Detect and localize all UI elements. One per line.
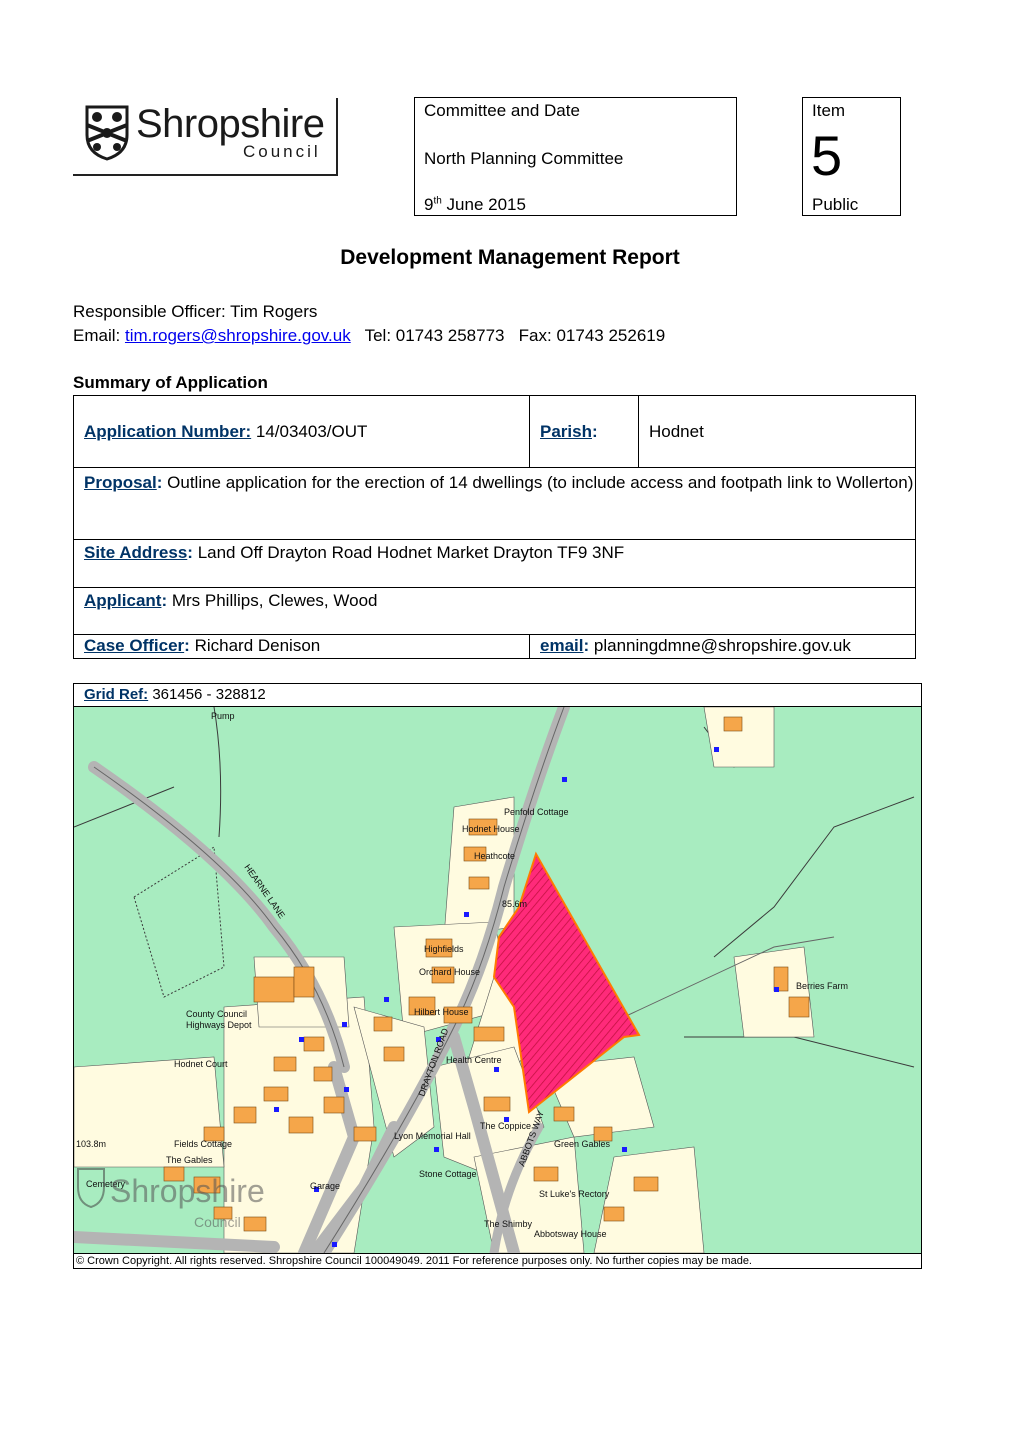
site-address: Land Off Drayton Road Hodnet Market Dray… (192, 543, 625, 562)
item-number: 5 (811, 124, 843, 187)
summary-table: Application Number: 14/03403/OUT Parish:… (73, 395, 916, 659)
item-label: Item (812, 101, 846, 120)
map-label: Abbotsway House (534, 1229, 607, 1239)
summary-heading: Summary of Application (73, 373, 268, 392)
map-label: Hilbert House (414, 1007, 469, 1017)
map-label: St Luke's Rectory (539, 1189, 610, 1199)
committee-name: North Planning Committee (424, 149, 624, 168)
app-number: 14/03403/OUT (251, 422, 368, 441)
committee-box: Committee and Date North Planning Commit… (414, 97, 737, 216)
case-email-cell: email: planningdmne@shropshire.gov.uk (529, 634, 916, 659)
item-box: Item 5 Public (802, 97, 901, 216)
council-logo: Shropshire Council (73, 98, 338, 176)
map-label: 85.6m (502, 899, 527, 909)
map-label: Hodnet House (462, 824, 520, 834)
date-rest: June 2015 (441, 195, 526, 214)
watermark-sub: Council (194, 1214, 241, 1230)
email-label: Email: (73, 326, 125, 345)
committee-heading: Committee and Date (424, 101, 580, 120)
map-label: Penfold Cottage (504, 807, 569, 817)
parish-value: Hodnet (638, 395, 916, 468)
app-number-cell: Application Number: 14/03403/OUT (73, 395, 530, 468)
map-label: Berries Farm (796, 981, 848, 991)
map-label: Health Centre (446, 1055, 502, 1065)
grid-ref: 361456 - 328812 (148, 686, 266, 703)
map-label: Orchard House (419, 967, 480, 977)
case-officer-cell: Case Officer: Richard Denison (73, 634, 530, 659)
map-label: Highfields (424, 944, 464, 954)
map-label: Stone Cottage (419, 1169, 477, 1179)
site-address-cell: Site Address: Land Off Drayton Road Hodn… (73, 539, 916, 588)
map-label: The Shimby (484, 1219, 533, 1229)
committee-date: 9th June 2015 (424, 195, 526, 215)
map-label: Hodnet Court (174, 1059, 228, 1069)
date-suffix: th (433, 195, 442, 207)
proposal-cell: Proposal: Outline application for the er… (73, 467, 916, 540)
map-label: County Council (186, 1009, 247, 1019)
page-title: Development Management Report (340, 246, 680, 269)
officer-tel: Tel: 01743 258773 (364, 326, 505, 345)
officer-email-link[interactable]: tim.rogers@shropshire.gov.uk (125, 326, 351, 345)
case-email: planningdmne@shropshire.gov.uk (589, 636, 851, 655)
applicant: Mrs Phillips, Clewes, Wood (167, 591, 378, 610)
map-label: Green Gables (554, 1139, 611, 1149)
map-label: Pump (211, 711, 235, 721)
officer-fax: Fax: 01743 252619 (518, 326, 666, 345)
copyright-notice: © Crown Copyright. All rights reserved. … (74, 1253, 921, 1268)
map-label: The Coppice (480, 1121, 531, 1131)
proposal-text: Outline application for the erection of … (162, 473, 914, 492)
map-label: Fields Cottage (174, 1139, 232, 1149)
map-label: Highways Depot (186, 1020, 252, 1030)
map-label: 103.8m (76, 1139, 106, 1149)
location-map-frame: Grid Ref: 361456 - 328812 Pump Penfold C… (73, 683, 922, 1269)
map-label: The Gables (166, 1155, 213, 1165)
case-officer: Richard Denison (189, 636, 321, 655)
applicant-cell: Applicant: Mrs Phillips, Clewes, Wood (73, 587, 916, 635)
map-label: Garage (310, 1181, 340, 1191)
item-status: Public (812, 195, 859, 214)
map-label: Heathcote (474, 851, 515, 861)
grid-ref-row: Grid Ref: 361456 - 328812 (74, 684, 921, 707)
crest-icon (85, 105, 129, 161)
location-map: Pump Penfold Cottage Hodnet House Heathc… (74, 707, 921, 1253)
parish-label-cell: Parish: (529, 395, 639, 468)
responsible-officer: Responsible Officer: Tim Rogers (73, 302, 318, 321)
map-label: Lyon Memorial Hall (394, 1131, 471, 1141)
watermark-text: Shropshire (110, 1173, 265, 1209)
logo-sub: Council (243, 142, 321, 161)
logo-name: Shropshire (136, 102, 325, 146)
officer-contact: Email: tim.rogers@shropshire.gov.uk Tel:… (73, 326, 665, 346)
